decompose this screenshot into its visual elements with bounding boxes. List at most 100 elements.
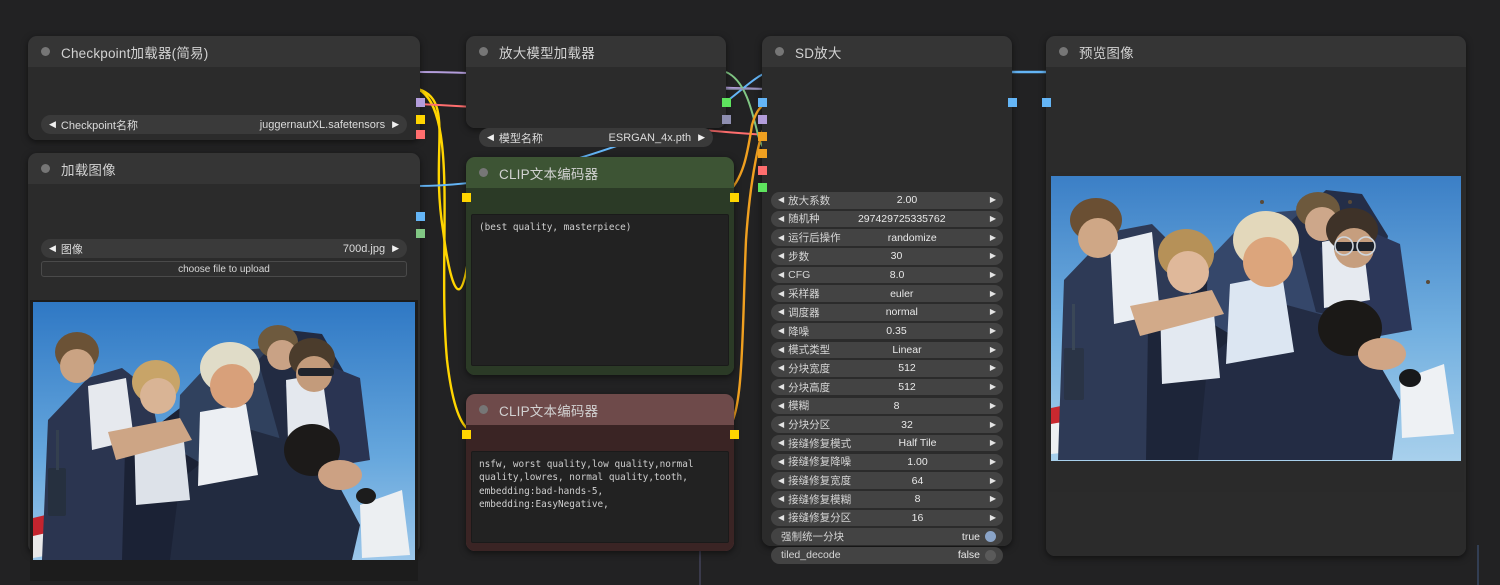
output-port-upscale-model[interactable] [721, 98, 731, 107]
collapse-dot-icon[interactable] [479, 168, 488, 177]
widget-row-16[interactable]: ◀ 接缝修复模糊 8 ▶ [771, 491, 1003, 508]
collapse-dot-icon[interactable] [41, 47, 50, 56]
collapse-dot-icon[interactable] [41, 164, 50, 173]
chevron-left-icon[interactable]: ◀ [778, 196, 784, 204]
widget-row-0[interactable]: ◀ 放大系数 2.00 ▶ [771, 192, 1003, 209]
input-port-images[interactable] [1041, 98, 1051, 107]
widget-row-3[interactable]: ◀ 步数 30 ▶ [771, 248, 1003, 265]
output-port-image[interactable] [1007, 98, 1017, 107]
chevron-right-icon[interactable]: ▶ [392, 119, 399, 130]
input-port-clip[interactable] [461, 193, 471, 202]
chevron-left-icon[interactable]: ◀ [778, 420, 784, 429]
chevron-left-icon[interactable]: ◀ [778, 439, 784, 447]
widget-image-file[interactable]: ◀ 图像 700d.jpg ▶ [41, 239, 407, 258]
widget-row-12[interactable]: ◀ 分块分区 32 ▶ [771, 416, 1003, 433]
widget-model-name[interactable]: ◀ 模型名称 ESRGAN_4x.pth ▶ [479, 128, 713, 147]
chevron-left-icon[interactable]: ◀ [778, 457, 784, 466]
input-port-image[interactable] [757, 98, 767, 107]
output-port-mask[interactable] [415, 229, 425, 238]
node-upscale-model-loader[interactable]: 放大模型加载器 ◀ 模型名称 ESRGAN_4x.pth ▶ [466, 36, 731, 147]
chevron-right-icon[interactable]: ▶ [990, 439, 996, 447]
output-port-image[interactable] [415, 212, 425, 221]
input-port-model[interactable] [757, 115, 767, 124]
output-port-vae[interactable] [415, 130, 425, 139]
chevron-left-icon[interactable]: ◀ [778, 233, 784, 242]
chevron-right-icon[interactable]: ▶ [990, 457, 996, 466]
chevron-right-icon[interactable]: ▶ [990, 327, 996, 335]
widget-row-19[interactable]: tiled_decode false [771, 547, 1003, 564]
node-sd-upscale[interactable]: SD放大 ◀ 放大系数 2.00 ▶ ◀ 随机种 297429725335762 ▶ ◀ 运行后操… [757, 36, 1017, 564]
comfyui-graph-canvas[interactable]: Checkpoint加载器(简易) ◀ Checkpoint名称 juggern… [0, 0, 1500, 585]
chevron-right-icon[interactable]: ▶ [990, 233, 996, 242]
chevron-left-icon[interactable]: ◀ [778, 252, 784, 260]
collapse-dot-icon[interactable] [479, 405, 488, 414]
chevron-right-icon[interactable]: ▶ [990, 495, 996, 503]
chevron-right-icon[interactable]: ▶ [990, 383, 996, 391]
widget-row-11[interactable]: ◀ 模糊 8 ▶ [771, 397, 1003, 415]
chevron-right-icon[interactable]: ▶ [990, 308, 996, 316]
widget-row-15[interactable]: ◀ 接缝修复宽度 64 ▶ [771, 472, 1003, 489]
collapse-dot-icon[interactable] [775, 47, 784, 56]
chevron-right-icon[interactable]: ▶ [990, 364, 996, 372]
toggle-knob[interactable] [985, 549, 996, 561]
widget-row-4[interactable]: ◀ CFG 8.0 ▶ [771, 266, 1003, 284]
chevron-left-icon[interactable]: ◀ [778, 401, 784, 410]
prompt-textarea-positive[interactable]: (best quality, masterpiece) [471, 214, 729, 366]
widget-row-7[interactable]: ◀ 降噪 0.35 ▶ [771, 322, 1003, 340]
widget-row-5[interactable]: ◀ 采样器 euler ▶ [771, 285, 1003, 302]
chevron-right-icon[interactable]: ▶ [990, 513, 996, 522]
chevron-right-icon[interactable]: ▶ [990, 476, 996, 485]
chevron-left-icon[interactable]: ◀ [778, 308, 784, 316]
widget-checkpoint-name[interactable]: ◀ Checkpoint名称 juggernautXL.safetensors … [41, 115, 407, 134]
input-port-clip[interactable] [461, 430, 471, 439]
output-port-clip[interactable] [415, 115, 425, 124]
collapse-dot-icon[interactable] [479, 47, 488, 56]
widget-row-9[interactable]: ◀ 分块宽度 512 ▶ [771, 360, 1003, 377]
chevron-right-icon[interactable]: ▶ [990, 196, 996, 204]
widget-row-18[interactable]: 强制统一分块 true [771, 528, 1003, 545]
toggle-knob[interactable] [985, 531, 996, 543]
chevron-left-icon[interactable]: ◀ [49, 243, 56, 254]
chevron-left-icon[interactable]: ◀ [487, 132, 494, 143]
widget-row-14[interactable]: ◀ 接缝修复降噪 1.00 ▶ [771, 453, 1003, 471]
chevron-right-icon[interactable]: ▶ [990, 289, 996, 298]
node-load-image[interactable]: 加载图像 ◀ 图像 700d.jpg ▶ choose file to uplo… [28, 153, 425, 581]
chevron-right-icon[interactable]: ▶ [990, 214, 996, 223]
widget-row-8[interactable]: ◀ 模式类型 Linear ▶ [771, 341, 1003, 358]
chevron-left-icon[interactable]: ◀ [778, 345, 784, 354]
widget-row-17[interactable]: ◀ 接缝修复分区 16 ▶ [771, 509, 1003, 527]
widget-row-1[interactable]: ◀ 随机种 297429725335762 ▶ [771, 210, 1003, 228]
chevron-right-icon[interactable]: ▶ [990, 345, 996, 354]
widget-row-6[interactable]: ◀ 调度器 normal ▶ [771, 304, 1003, 321]
node-clip-text-encode-positive[interactable]: CLIP文本编码器 (best quality, masterpiece) [461, 157, 739, 375]
chevron-right-icon[interactable]: ▶ [990, 252, 996, 260]
input-port-vae[interactable] [757, 166, 767, 175]
chevron-right-icon[interactable]: ▶ [990, 401, 996, 410]
widget-row-2[interactable]: ◀ 运行后操作 randomize ▶ [771, 229, 1003, 246]
input-port-upscale-model[interactable] [757, 183, 767, 192]
node-checkpoint-loader[interactable]: Checkpoint加载器(简易) ◀ Checkpoint名称 juggern… [28, 36, 425, 140]
widget-row-10[interactable]: ◀ 分块高度 512 ▶ [771, 378, 1003, 396]
chevron-right-icon[interactable]: ▶ [392, 243, 399, 254]
upload-file-button[interactable]: choose file to upload [41, 261, 407, 277]
chevron-left-icon[interactable]: ◀ [778, 364, 784, 372]
chevron-left-icon[interactable]: ◀ [778, 495, 784, 503]
chevron-left-icon[interactable]: ◀ [778, 476, 784, 485]
chevron-left-icon[interactable]: ◀ [778, 289, 784, 298]
chevron-right-icon[interactable]: ▶ [990, 420, 996, 429]
chevron-left-icon[interactable]: ◀ [778, 513, 784, 522]
chevron-left-icon[interactable]: ◀ [778, 383, 784, 391]
chevron-right-icon[interactable]: ▶ [698, 132, 705, 143]
chevron-right-icon[interactable]: ▶ [990, 271, 996, 279]
output-port-conditioning[interactable] [729, 193, 739, 202]
prompt-textarea-negative[interactable]: nsfw, worst quality,low quality,normal q… [471, 451, 729, 543]
collapse-dot-icon[interactable] [1059, 47, 1068, 56]
input-port-negative[interactable] [757, 149, 767, 158]
chevron-left-icon[interactable]: ◀ [778, 271, 784, 279]
chevron-left-icon[interactable]: ◀ [778, 214, 784, 223]
widget-row-13[interactable]: ◀ 接缝修复模式 Half Tile ▶ [771, 434, 1003, 452]
node-preview-image[interactable]: 预览图像 sit [1041, 36, 1466, 556]
chevron-left-icon[interactable]: ◀ [778, 327, 784, 335]
node-clip-text-encode-negative[interactable]: CLIP文本编码器 nsfw, worst quality,low qualit… [461, 394, 739, 551]
output-port-secondary[interactable] [721, 115, 731, 124]
